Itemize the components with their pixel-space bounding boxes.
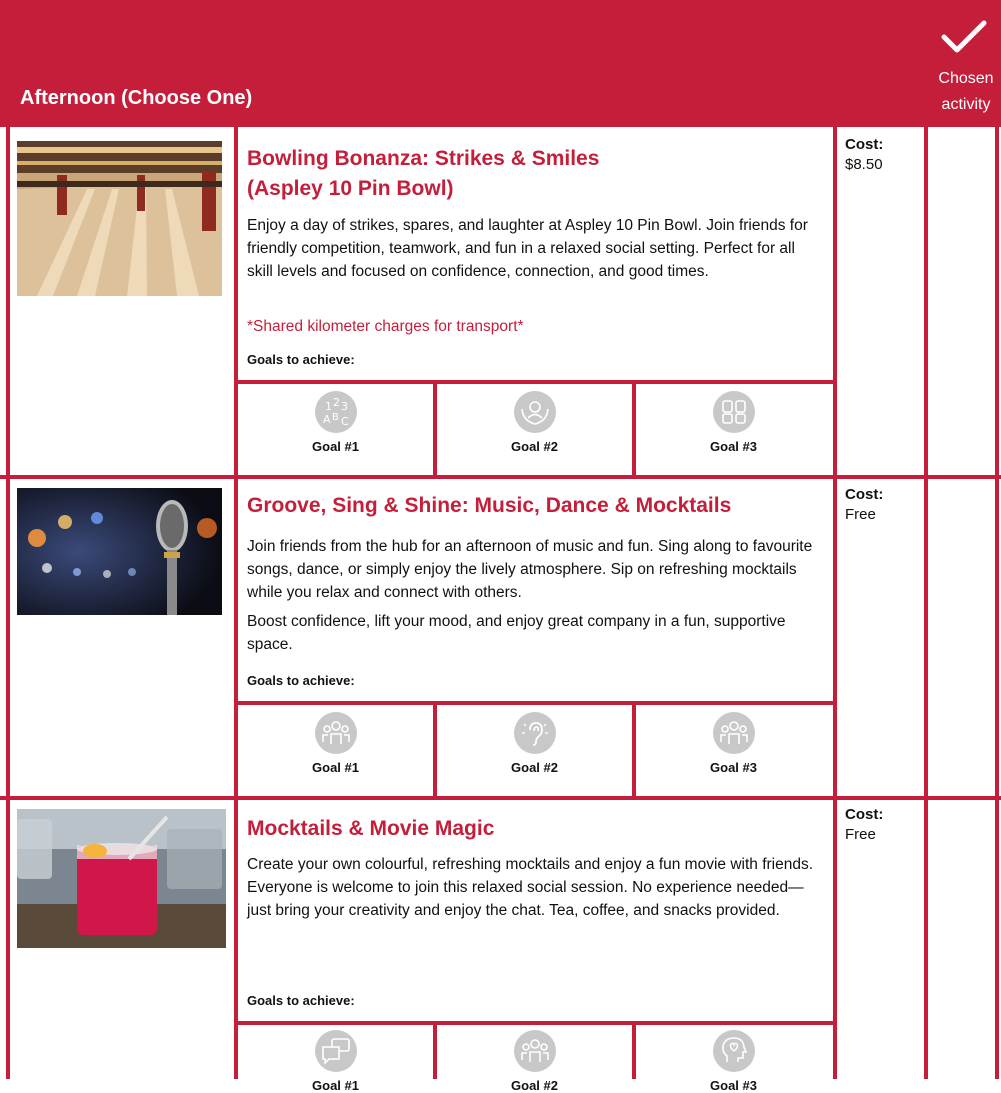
svg-text:1: 1 (325, 400, 332, 413)
goals-divider (234, 701, 837, 705)
group-people-icon (314, 712, 357, 754)
svg-text:2: 2 (333, 396, 340, 409)
section-header: Afternoon (Choose One) Chosen activity (0, 0, 1001, 127)
goals-label: Goals to achieve: (247, 352, 355, 367)
goal-label: Goal #1 (312, 1078, 359, 1093)
goal-label: Goal #3 (710, 439, 757, 454)
description-text: Boost confidence, lift your mood, and en… (247, 613, 786, 653)
choose-cell-mocktails[interactable] (928, 800, 995, 1079)
row-divider (0, 796, 1001, 800)
goal-cell: Goal #3 (636, 712, 831, 775)
goal-cell: Goal #3 (636, 1030, 831, 1093)
goal-label: Goal #1 (312, 439, 359, 454)
cost-label: Cost: (845, 486, 884, 503)
checkmark-icon (941, 20, 987, 53)
activity-description: Enjoy a day of strikes, spares, and laug… (247, 214, 817, 289)
description-text: Enjoy a day of strikes, spares, and laug… (247, 217, 808, 280)
goal-label: Goal #2 (511, 760, 558, 775)
cost-label: Cost: (845, 806, 884, 823)
goal-label: Goal #1 (312, 760, 359, 775)
goal-cell: Goal #2 (437, 391, 632, 454)
microphone-stage-photo (17, 488, 222, 615)
numbers-letters-icon: 1 2 3 A B C (314, 391, 357, 433)
cost-cell: Cost: $8.50 (845, 135, 883, 175)
choose-cell-bowling[interactable] (928, 131, 995, 475)
goal-label: Goal #2 (511, 439, 558, 454)
grid-line (234, 127, 238, 1079)
goal-cell: Goal #1 (238, 1030, 433, 1093)
description-text: Create your own colourful, refreshing mo… (247, 856, 814, 919)
cost-value: $8.50 (845, 156, 883, 173)
svg-text:3: 3 (341, 400, 348, 413)
head-heart-icon (712, 1030, 755, 1072)
activity-title: Bowling Bonanza: Strikes & Smiles (Asple… (247, 144, 599, 204)
goal-cell: Goal #1 (238, 712, 433, 775)
svg-text:A: A (323, 413, 331, 426)
ear-listening-icon (513, 712, 556, 754)
choose-cell-music[interactable] (928, 479, 995, 796)
goal-label: Goal #2 (511, 1078, 558, 1093)
activity-title: Mocktails & Movie Magic (247, 817, 495, 840)
activity-title-line: Bowling Bonanza: Strikes & Smiles (247, 147, 600, 170)
activity-table: Afternoon (Choose One) Chosen activity B… (0, 0, 1001, 1093)
grid-line (833, 127, 837, 1079)
hands-person-icon (513, 391, 556, 433)
goals-label: Goals to achieve: (247, 993, 355, 1008)
grid-line (6, 127, 10, 1079)
grid-line (995, 127, 999, 1079)
cost-label: Cost: (845, 136, 884, 153)
chosen-activity-label: Chosen activity (938, 70, 994, 113)
description-text: Join friends from the hub for an afterno… (247, 538, 813, 601)
goal-cell: Goal #3 (636, 391, 831, 454)
activity-title: Groove, Sing & Shine: Music, Dance & Moc… (247, 494, 732, 517)
goals-divider (234, 380, 837, 384)
goal-cell: Goal #2 (437, 1030, 632, 1093)
group-people-icon (513, 1030, 556, 1072)
group-people-icon (712, 712, 755, 754)
activity-title-line: (Aspley 10 Pin Bowl) (247, 177, 454, 200)
goals-divider (234, 1021, 837, 1025)
activity-description: Create your own colourful, refreshing mo… (247, 853, 817, 928)
cost-value: Free (845, 506, 876, 523)
speech-bubbles-icon (314, 1030, 357, 1072)
section-title: Afternoon (Choose One) (20, 87, 253, 109)
goal-label: Goal #3 (710, 760, 757, 775)
transport-note: *Shared kilometer charges for transport* (247, 318, 524, 335)
svg-text:B: B (332, 412, 339, 423)
activity-description: Join friends from the hub for an afterno… (247, 535, 817, 662)
goal-cell: 1 2 3 A B C Goal #1 (238, 391, 433, 454)
teamwork-hands-icon (712, 391, 755, 433)
row-divider (0, 475, 1001, 479)
goal-cell: Goal #2 (437, 712, 632, 775)
red-mocktail-photo (17, 809, 226, 948)
goals-label: Goals to achieve: (247, 673, 355, 688)
goal-label: Goal #3 (710, 1078, 757, 1093)
cost-cell: Cost: Free (845, 485, 883, 525)
svg-text:C: C (341, 415, 349, 428)
cost-value: Free (845, 826, 876, 843)
bowling-alley-photo (17, 141, 222, 296)
cost-cell: Cost: Free (845, 805, 883, 845)
